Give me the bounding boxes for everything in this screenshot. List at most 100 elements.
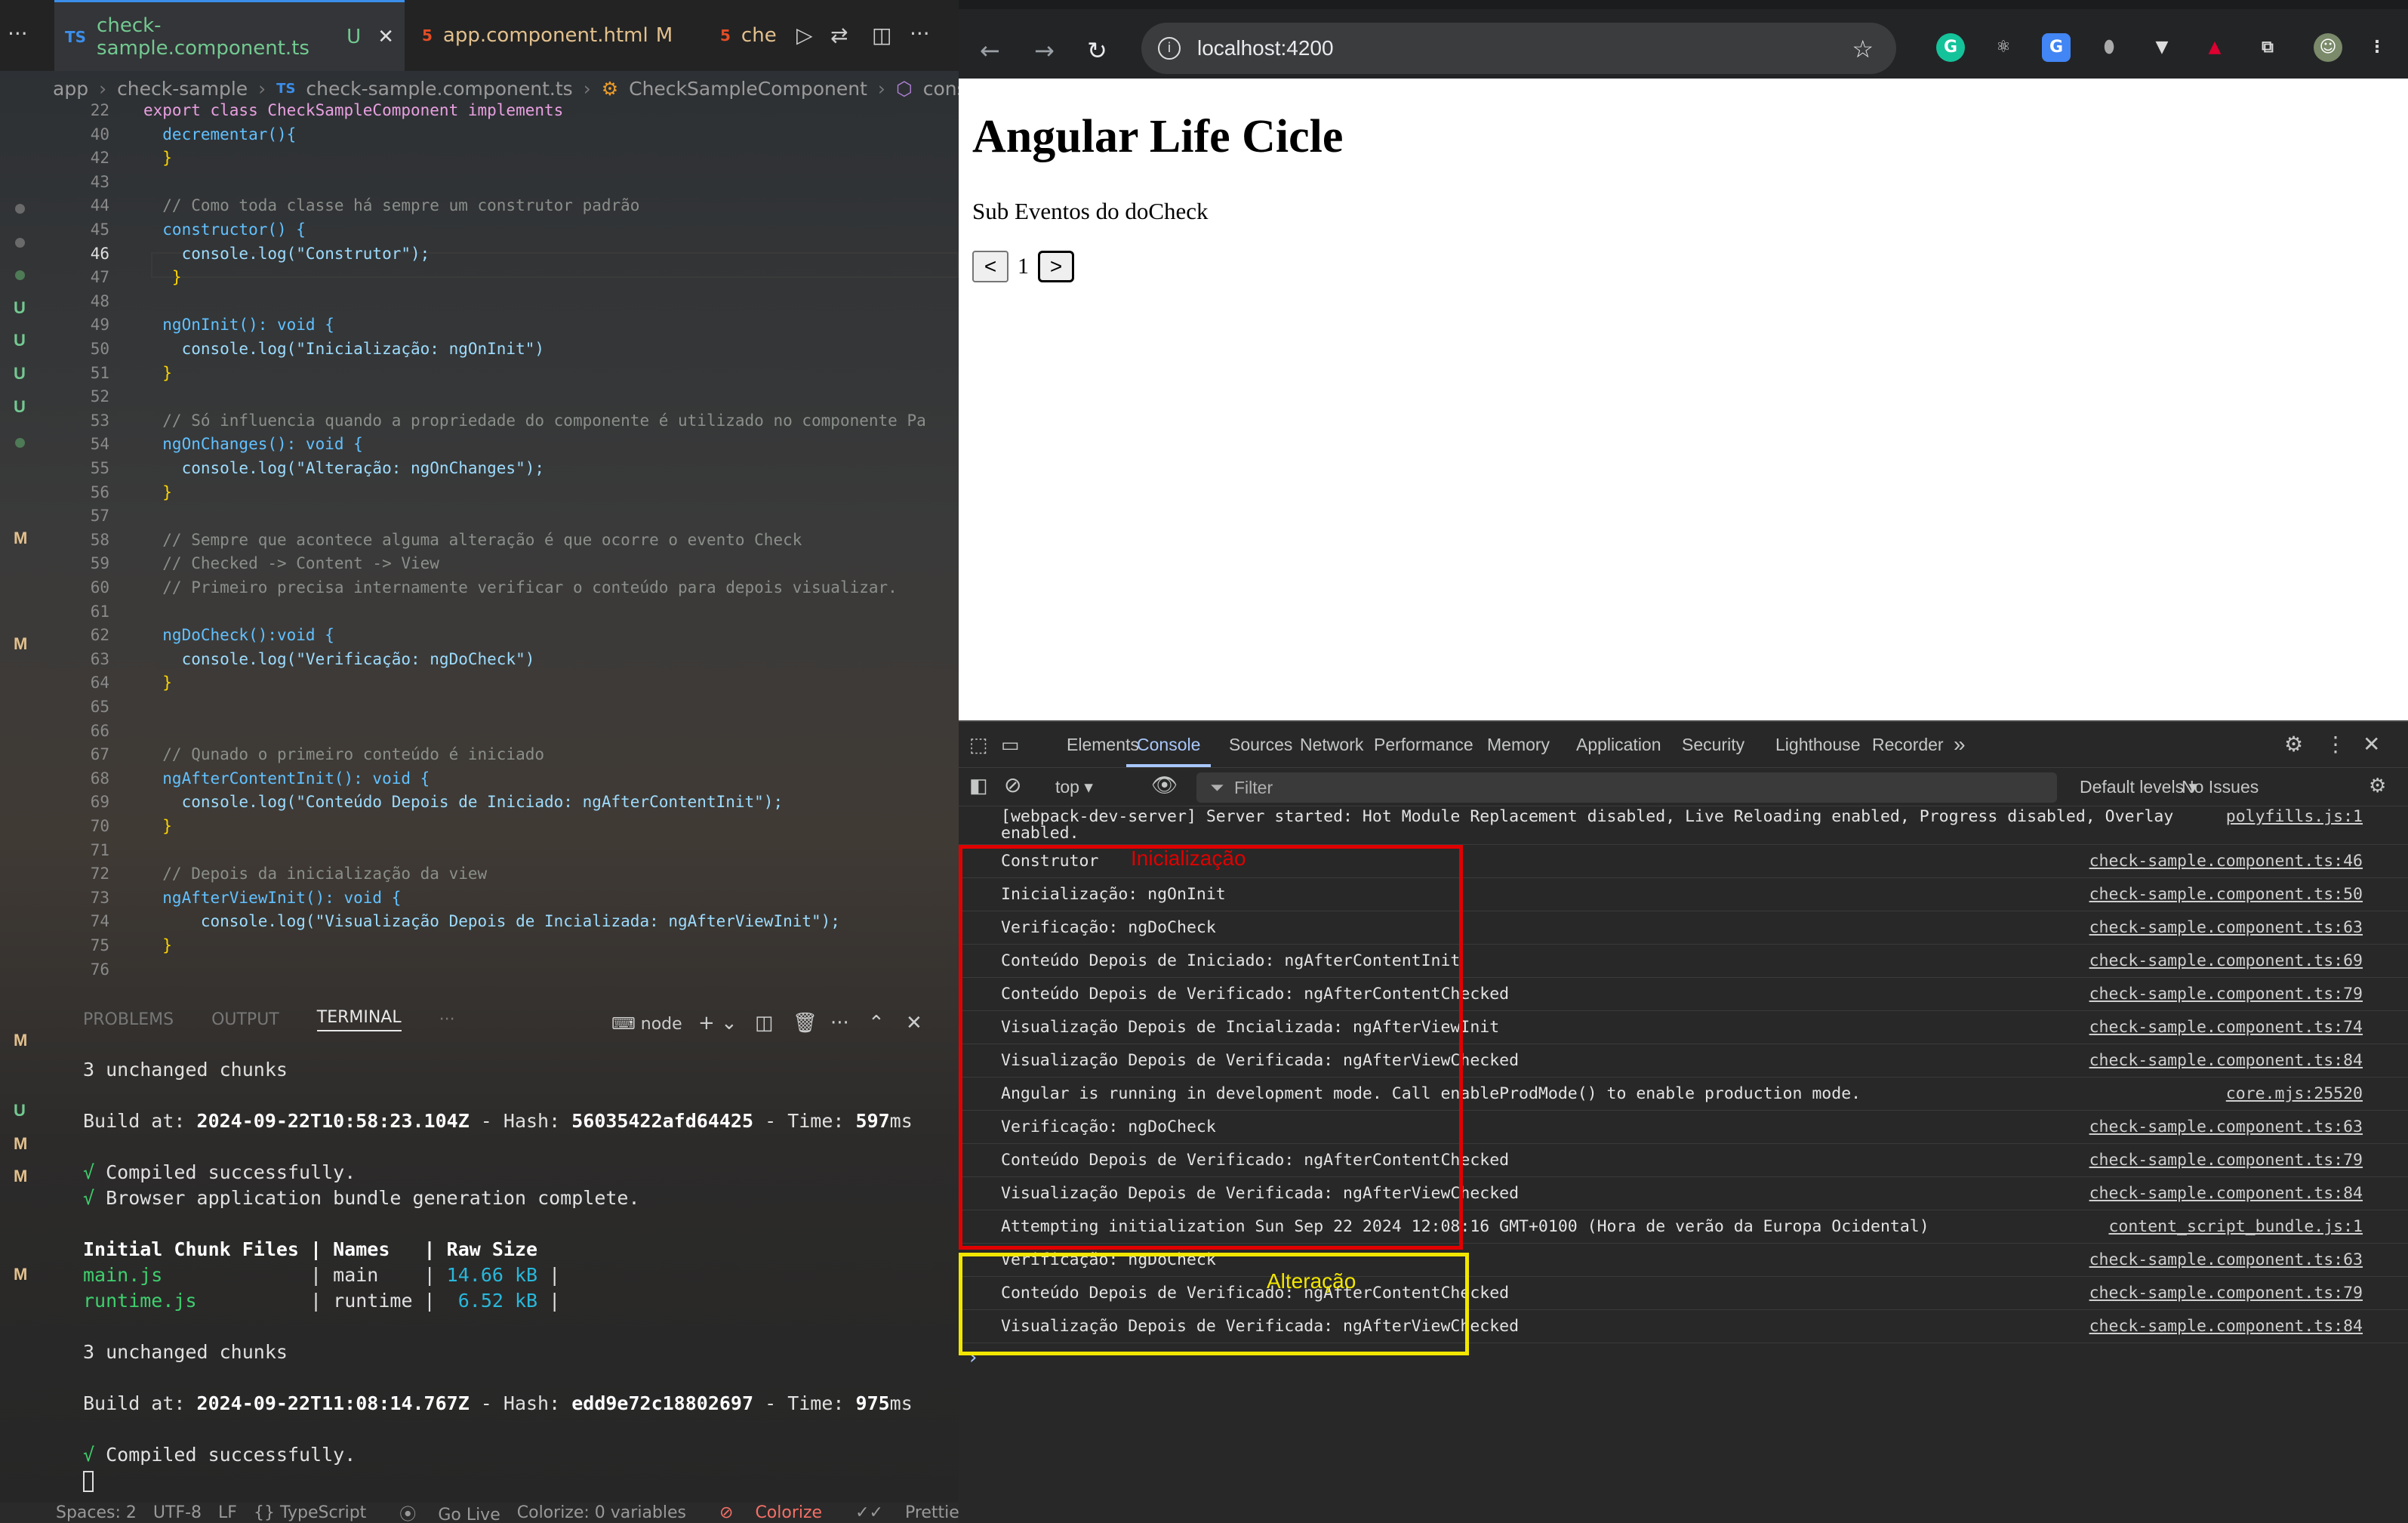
tab-sources[interactable]: Sources bbox=[1229, 722, 1292, 767]
console-message[interactable]: [webpack-dev-server] Server started: Hot… bbox=[959, 807, 2408, 845]
code-line[interactable]: 74 console.log("Visualização Depois de I… bbox=[53, 909, 840, 933]
code-line[interactable]: 44 // Como toda classe há sempre um cons… bbox=[53, 193, 640, 217]
split-terminal-icon[interactable]: ◫ bbox=[755, 1012, 774, 1034]
breadcrumb-item[interactable]: CheckSampleComponent bbox=[629, 78, 867, 100]
tab-application[interactable]: Application bbox=[1576, 722, 1661, 767]
issues-counter[interactable]: No Issues bbox=[2182, 777, 2259, 797]
code-line[interactable]: 58 // Sempre que acontece alguma alteraç… bbox=[53, 528, 802, 552]
close-icon[interactable]: ✕ bbox=[377, 26, 394, 48]
tab-memory[interactable]: Memory bbox=[1487, 722, 1550, 767]
terminal-output[interactable]: 3 unchanged chunks Build at: 2024-09-22T… bbox=[83, 1057, 951, 1494]
code-line[interactable]: 45 constructor() { bbox=[53, 217, 306, 242]
console-source-link[interactable]: polyfills.js:1 bbox=[2226, 807, 2363, 827]
console-source-link[interactable]: content_script_bundle.js:1 bbox=[2108, 1210, 2363, 1244]
more-icon[interactable]: ··· bbox=[8, 21, 28, 46]
close-devtools-icon[interactable]: ✕ bbox=[2363, 722, 2380, 767]
increment-button[interactable]: > bbox=[1038, 251, 1074, 282]
breadcrumb-item[interactable]: app bbox=[53, 78, 88, 100]
status-colorize-vars[interactable]: Colorize: 0 variables bbox=[517, 1503, 686, 1522]
live-expression-eye-icon[interactable]: 👁 bbox=[1151, 772, 1178, 797]
address-bar[interactable]: i localhost:4200 ☆ bbox=[1141, 23, 1896, 74]
more-actions-icon[interactable]: ··· bbox=[830, 1012, 849, 1034]
console-source-link[interactable]: check-sample.component.ts:79 bbox=[2089, 1277, 2363, 1310]
back-icon[interactable]: ← bbox=[980, 36, 1000, 65]
close-panel-icon[interactable]: ✕ bbox=[906, 1012, 922, 1034]
tab-performance[interactable]: Performance bbox=[1374, 722, 1473, 767]
status-eol[interactable]: LF bbox=[218, 1503, 237, 1522]
google-translate-icon[interactable]: G bbox=[2042, 33, 2071, 62]
code-line[interactable]: 75 } bbox=[53, 933, 172, 957]
react-devtools-icon[interactable]: ⚛ bbox=[1989, 33, 2018, 62]
code-line[interactable]: 63 console.log("Verificação: ngDoCheck") bbox=[53, 647, 535, 671]
code-line[interactable]: 49 ngOnInit(): void { bbox=[53, 313, 334, 337]
chrome-menu-icon[interactable]: ⋮ bbox=[2363, 33, 2391, 62]
run-icon[interactable]: ▷ bbox=[796, 23, 813, 48]
tab-che[interactable]: 5 che bbox=[710, 0, 793, 71]
code-line[interactable]: 76 bbox=[53, 957, 143, 982]
code-line[interactable]: 56 } bbox=[53, 480, 172, 504]
code-line[interactable]: 59 // Checked -> Content -> View bbox=[53, 551, 439, 575]
status-indentation[interactable]: Spaces: 2 bbox=[56, 1503, 137, 1522]
code-line[interactable]: 71 bbox=[53, 838, 143, 862]
console-source-link[interactable]: check-sample.component.ts:79 bbox=[2089, 1144, 2363, 1177]
console-source-link[interactable]: check-sample.component.ts:79 bbox=[2089, 978, 2363, 1011]
console-source-link[interactable]: check-sample.component.ts:63 bbox=[2089, 1111, 2363, 1144]
device-toolbar-icon[interactable]: ▭ bbox=[1001, 722, 1020, 767]
bookmark-star-icon[interactable]: ☆ bbox=[1852, 35, 1874, 63]
code-line[interactable]: 47 } bbox=[53, 265, 182, 289]
console-source-link[interactable]: check-sample.component.ts:69 bbox=[2089, 945, 2363, 978]
compare-icon[interactable]: ⇄ bbox=[830, 23, 848, 48]
console-source-link[interactable]: core.mjs:25520 bbox=[2226, 1078, 2363, 1111]
angular-devtools-icon[interactable]: ▲ bbox=[2200, 33, 2229, 62]
code-line[interactable]: 57 bbox=[53, 504, 143, 528]
code-line[interactable]: 48 bbox=[53, 289, 143, 313]
code-line[interactable]: 54 ngOnChanges(): void { bbox=[53, 432, 363, 456]
console-filter-input[interactable]: ⏷ Filter bbox=[1196, 772, 2057, 803]
profile-avatar[interactable]: ☺ bbox=[2314, 33, 2342, 62]
status-encoding[interactable]: UTF-8 bbox=[153, 1503, 202, 1522]
code-line[interactable]: 53 // Só influencia quando a propriedade… bbox=[53, 408, 926, 433]
code-line[interactable]: 51 } bbox=[53, 361, 172, 385]
code-line[interactable]: 60 // Primeiro precisa internamente veri… bbox=[53, 575, 898, 600]
decrement-button[interactable]: < bbox=[972, 251, 1008, 282]
terminal-shell-selector[interactable]: ⌨ node bbox=[611, 1015, 682, 1034]
status-colorize[interactable]: ⊘ Colorize bbox=[703, 1503, 822, 1522]
code-line[interactable]: 62 ngDoCheck():void { bbox=[53, 623, 334, 647]
extensions-puzzle-icon[interactable]: ⧉ bbox=[2253, 33, 2282, 62]
code-line[interactable]: 73 ngAfterViewInit(): void { bbox=[53, 886, 402, 910]
code-line[interactable]: 40 decrementar(){ bbox=[53, 122, 297, 146]
maximize-panel-icon[interactable]: ⌃ bbox=[868, 1012, 885, 1034]
tab-security[interactable]: Security bbox=[1682, 722, 1744, 767]
vue-devtools-icon[interactable]: ▼ bbox=[2148, 33, 2176, 62]
tab-network[interactable]: Network bbox=[1300, 722, 1363, 767]
code-line[interactable]: 65 bbox=[53, 695, 143, 719]
status-prettier[interactable]: ✓✓ Prettier bbox=[839, 1503, 959, 1522]
console-settings-gear-icon[interactable]: ⚙ bbox=[2369, 774, 2386, 797]
sidebar-toggle-icon[interactable]: ◧ bbox=[969, 774, 988, 797]
code-line[interactable]: 70 } bbox=[53, 814, 172, 838]
code-line[interactable]: 67 // Qunado o primeiro conteúdo é inici… bbox=[53, 742, 544, 766]
tab-terminal[interactable]: TERMINAL bbox=[316, 1008, 402, 1031]
code-line[interactable]: 52 bbox=[53, 384, 143, 408]
console-source-link[interactable]: check-sample.component.ts:74 bbox=[2089, 1011, 2363, 1044]
code-line[interactable]: 64 } bbox=[53, 671, 172, 695]
tab-problems[interactable]: PROBLEMS bbox=[83, 1010, 174, 1029]
code-line[interactable]: 43 bbox=[53, 170, 143, 194]
grammarly-extension-icon[interactable]: G bbox=[1936, 33, 1965, 62]
code-line[interactable]: 22 export class CheckSampleComponent impl… bbox=[53, 98, 564, 122]
status-language[interactable]: {} TypeScript bbox=[254, 1503, 366, 1522]
code-line[interactable]: 50 console.log("Inicialização: ngOnInit"… bbox=[53, 337, 544, 361]
log-levels-dropdown[interactable]: Default levels ▾ bbox=[2080, 777, 2197, 797]
more-tabs-icon[interactable]: » bbox=[1954, 722, 1966, 767]
console-source-link[interactable]: check-sample.component.ts:84 bbox=[2089, 1177, 2363, 1210]
tab-lighthouse[interactable]: Lighthouse bbox=[1775, 722, 1861, 767]
console-source-link[interactable]: check-sample.component.ts:63 bbox=[2089, 1244, 2363, 1277]
code-editor[interactable]: 22 export class CheckSampleComponent impl… bbox=[53, 98, 959, 989]
code-line[interactable]: 61 bbox=[53, 600, 143, 624]
new-terminal-icon[interactable]: + ⌄ bbox=[698, 1012, 737, 1034]
reload-icon[interactable]: ↻ bbox=[1087, 36, 1107, 65]
site-info-icon[interactable]: i bbox=[1158, 37, 1181, 60]
code-line[interactable]: 46 console.log("Construtor"); bbox=[53, 242, 430, 266]
breadcrumb-item[interactable]: check-sample.component.ts bbox=[306, 78, 572, 100]
url-text[interactable]: localhost:4200 bbox=[1197, 36, 1334, 60]
